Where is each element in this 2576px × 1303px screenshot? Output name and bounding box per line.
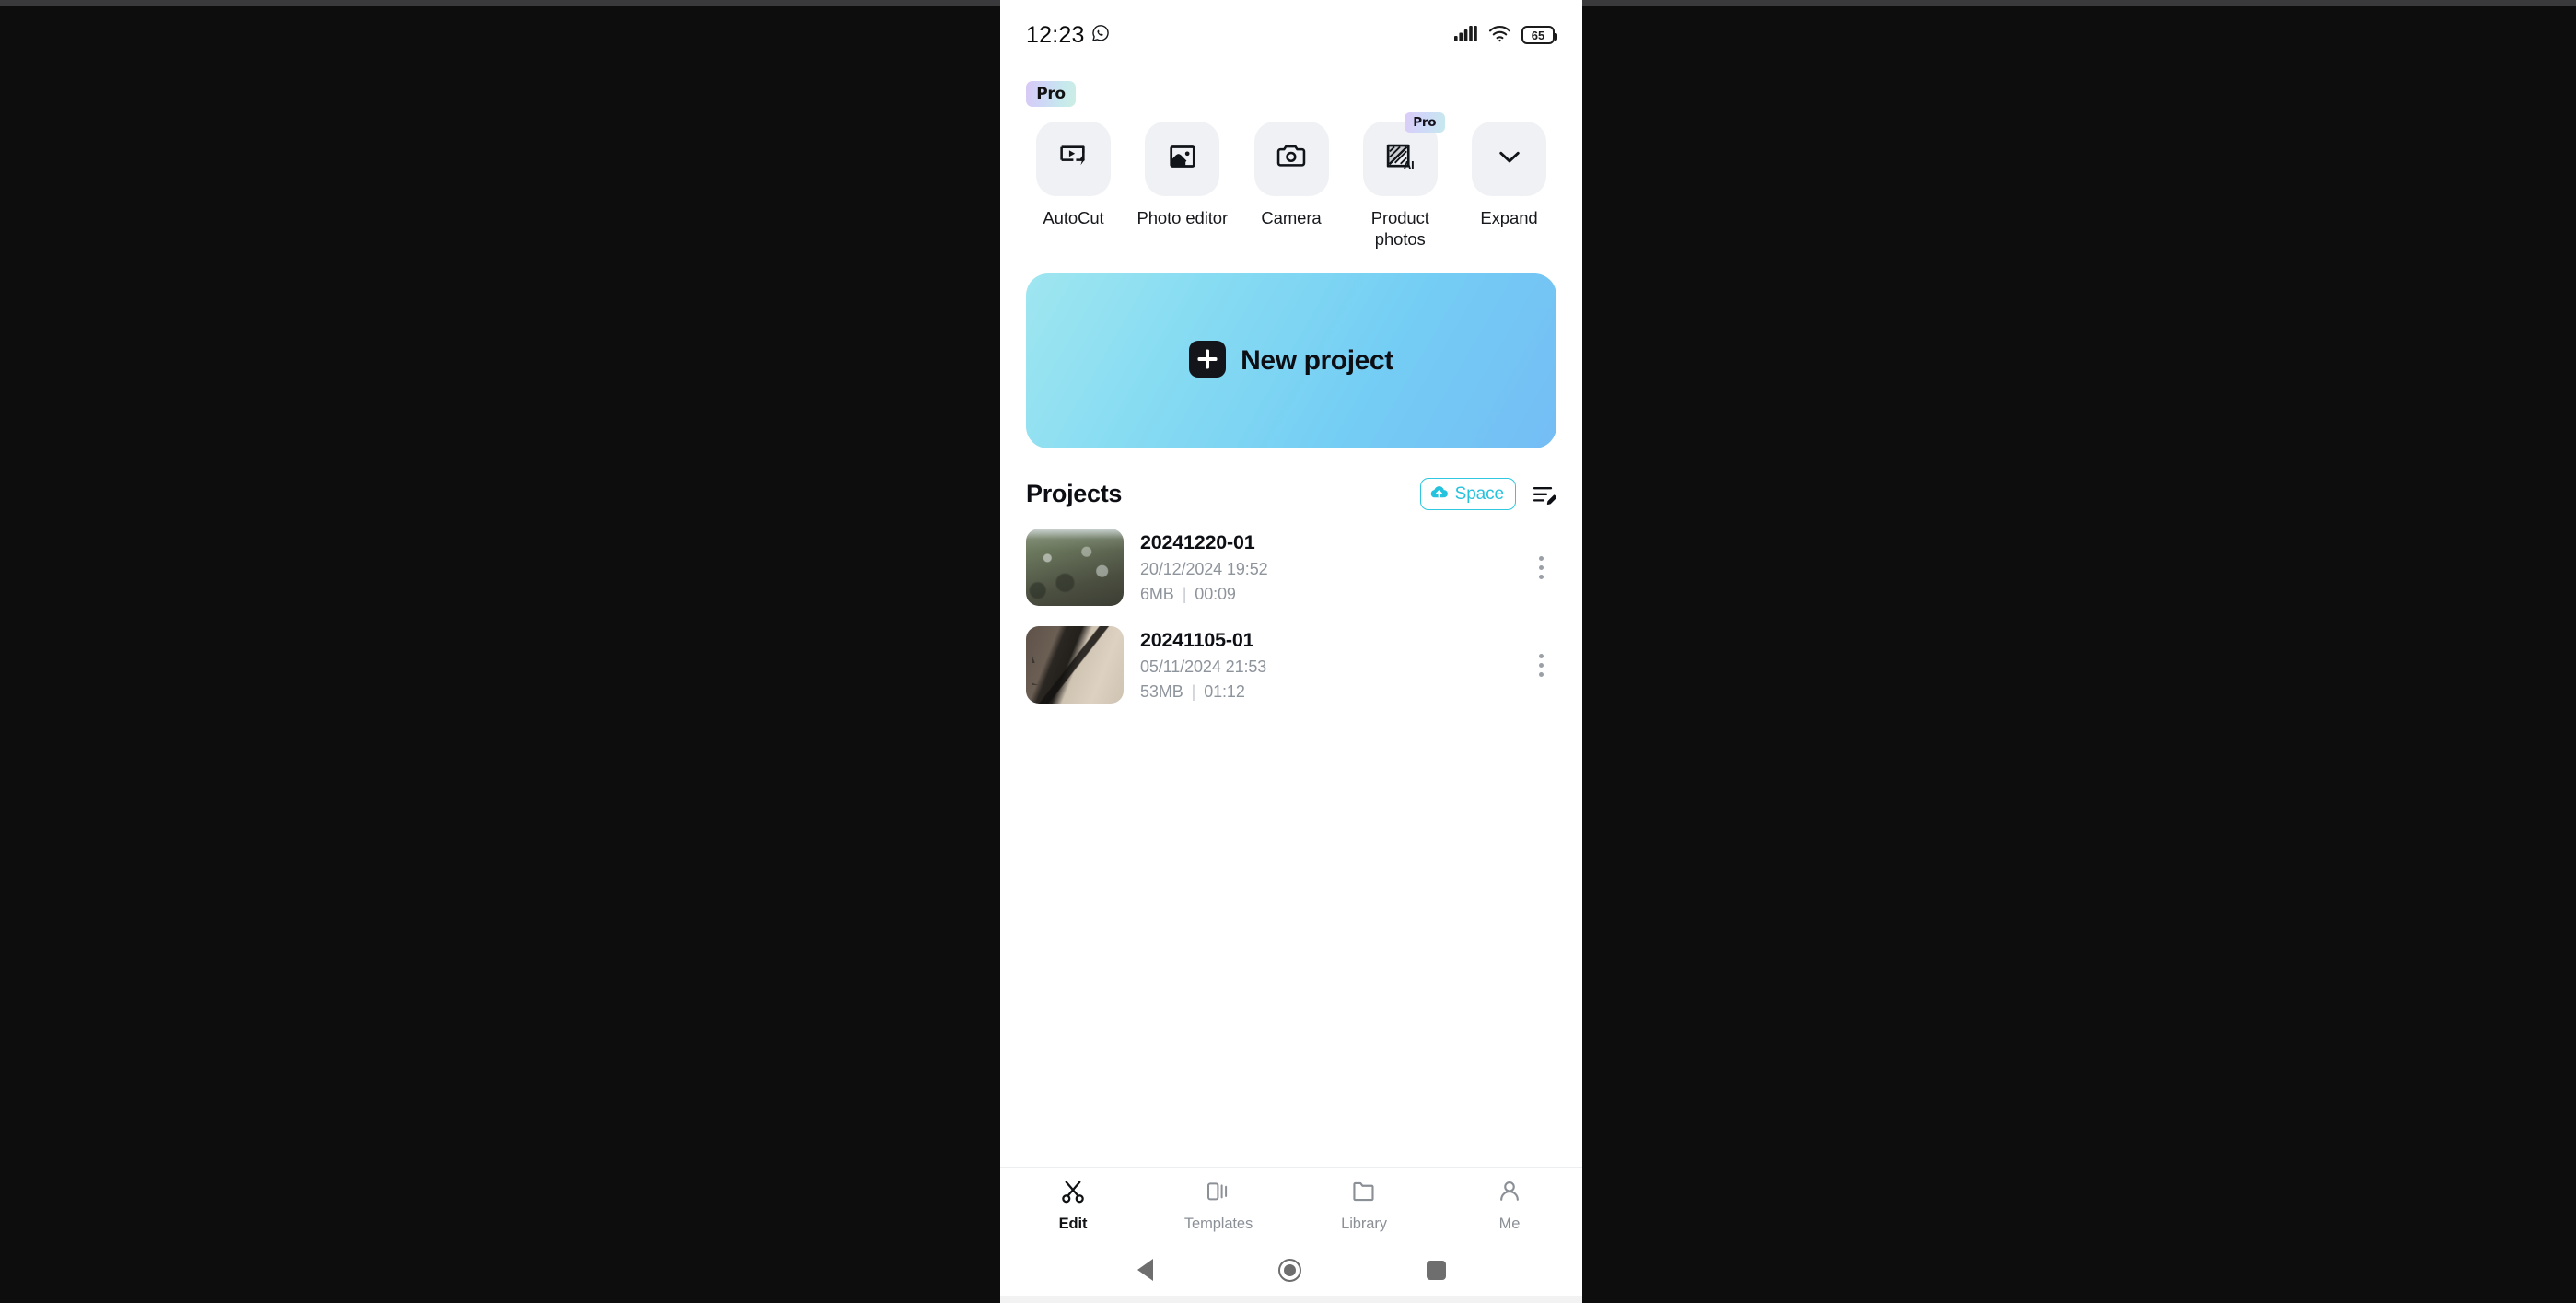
nav-bar-base: [1000, 1296, 1582, 1303]
app-content: Pro AutoCut Photo editor Camera Pro AI P…: [1000, 70, 1582, 1167]
quick-actions-row: AutoCut Photo editor Camera Pro AI Produ…: [1026, 112, 1556, 250]
templates-cards-icon: [1206, 1179, 1231, 1209]
project-separator: |: [1191, 681, 1196, 701]
status-bar: 12:23 65: [1000, 0, 1582, 70]
product-photos-pro-label: Pro: [1413, 115, 1437, 130]
pro-badge-label: Pro: [1036, 85, 1066, 103]
tab-library-label: Library: [1341, 1216, 1387, 1232]
new-project-label: New project: [1241, 345, 1393, 377]
product-photos-pro-badge: Pro: [1404, 112, 1445, 133]
tab-templates-label: Templates: [1183, 1216, 1253, 1232]
tab-library[interactable]: Library: [1291, 1179, 1437, 1233]
autocut-icon: [1058, 141, 1090, 177]
projects-title: Projects: [1026, 480, 1123, 508]
photo-editor-icon: [1168, 142, 1197, 176]
status-bar-right: 65: [1454, 24, 1557, 47]
quick-action-camera[interactable]: Camera: [1244, 122, 1339, 228]
project-size-duration: 53MB | 01:12: [1140, 682, 1509, 702]
tab-templates[interactable]: Templates: [1146, 1179, 1291, 1233]
home-circle-icon[interactable]: [1277, 1258, 1301, 1282]
photo-editor-tile: [1145, 122, 1220, 196]
battery-indicator: 65: [1521, 26, 1557, 44]
quick-action-label: Camera: [1261, 208, 1322, 227]
screenshot-stage: 12:23 65 Pro AutoCut Photo editor Camera…: [0, 0, 2576, 1303]
space-button[interactable]: Space: [1419, 478, 1516, 511]
projects-header-actions: Space: [1419, 478, 1556, 511]
quick-action-product-photos[interactable]: Pro AI Product photos: [1353, 112, 1448, 250]
scissors-icon: [1060, 1179, 1086, 1209]
recents-square-icon[interactable]: [1426, 1260, 1446, 1280]
chevron-down-icon: [1495, 142, 1524, 176]
svg-text:AI: AI: [1404, 161, 1415, 171]
quick-action-label: Photo editor: [1136, 208, 1229, 227]
project-size-duration: 6MB | 00:09: [1140, 585, 1509, 604]
quick-action-autocut[interactable]: AutoCut: [1026, 122, 1121, 228]
project-separator: |: [1182, 584, 1187, 603]
project-more-options-icon[interactable]: [1525, 645, 1556, 685]
project-size: 6MB: [1140, 584, 1174, 603]
quick-action-photo-editor[interactable]: Photo editor: [1135, 122, 1230, 228]
folder-icon: [1351, 1179, 1377, 1209]
camera-tile: [1253, 122, 1329, 196]
cellular-signal-icon: [1454, 24, 1478, 47]
project-date: 05/11/2024 21:53: [1140, 657, 1267, 676]
expand-tile: [1472, 122, 1546, 196]
project-size: 53MB: [1140, 681, 1183, 701]
project-duration: 01:12: [1204, 681, 1245, 701]
cracked-pavement-thumbnail: [1026, 626, 1124, 704]
status-time: 12:23: [1026, 21, 1085, 48]
quick-action-label: Expand: [1480, 208, 1538, 227]
list-edit-icon[interactable]: [1533, 484, 1556, 505]
quick-action-expand[interactable]: Expand: [1462, 122, 1556, 228]
product-photos-tile: Pro AI: [1362, 112, 1445, 196]
projects-header: Projects Space: [1026, 478, 1556, 511]
tab-edit-label: Edit: [1058, 1216, 1088, 1232]
project-date: 20/12/2024 19:52: [1140, 559, 1268, 578]
project-row[interactable]: 20241220-01 20/12/2024 19:52 6MB | 00:09: [1026, 523, 1556, 611]
battery-level: 65: [1531, 28, 1545, 42]
project-duration: 00:09: [1195, 584, 1236, 603]
wifi-icon: [1488, 24, 1511, 47]
projects-list: 20241220-01 20/12/2024 19:52 6MB | 00:09: [1026, 523, 1556, 709]
person-icon: [1497, 1179, 1522, 1209]
project-more-options-icon[interactable]: [1525, 547, 1556, 588]
tab-edit[interactable]: Edit: [1000, 1179, 1146, 1233]
project-name: 20241220-01: [1140, 530, 1255, 553]
project-meta: 20241220-01 20/12/2024 19:52 6MB | 00:09: [1140, 531, 1509, 604]
tab-me-label: Me: [1498, 1216, 1521, 1232]
project-meta: 20241105-01 05/11/2024 21:53 53MB | 01:1…: [1140, 629, 1509, 702]
new-project-button[interactable]: New project: [1026, 273, 1556, 449]
hillside-village-thumbnail: [1026, 529, 1124, 607]
cloud-upload-icon: [1429, 483, 1449, 505]
camera-icon: [1276, 141, 1307, 177]
autocut-tile: [1036, 122, 1111, 196]
whatsapp-icon: [1091, 24, 1110, 47]
bottom-tab-bar: Edit Templates Library Me: [1000, 1167, 1582, 1244]
status-bar-left: 12:23: [1026, 22, 1110, 49]
plus-icon: [1189, 340, 1227, 382]
pro-badge[interactable]: Pro: [1026, 81, 1076, 107]
quick-action-label: AutoCut: [1043, 208, 1104, 227]
tab-me[interactable]: Me: [1437, 1179, 1582, 1233]
quick-action-label: Product photos: [1370, 208, 1429, 250]
product-photos-ai-icon: AI: [1384, 141, 1416, 177]
back-triangle-icon[interactable]: [1136, 1259, 1153, 1281]
project-row[interactable]: 20241105-01 05/11/2024 21:53 53MB | 01:1…: [1026, 621, 1556, 709]
project-name: 20241105-01: [1140, 628, 1254, 651]
android-navigation-bar: [1000, 1244, 1582, 1296]
space-button-label: Space: [1454, 483, 1504, 504]
phone-screen: 12:23 65 Pro AutoCut Photo editor Camera…: [1000, 0, 1582, 1303]
